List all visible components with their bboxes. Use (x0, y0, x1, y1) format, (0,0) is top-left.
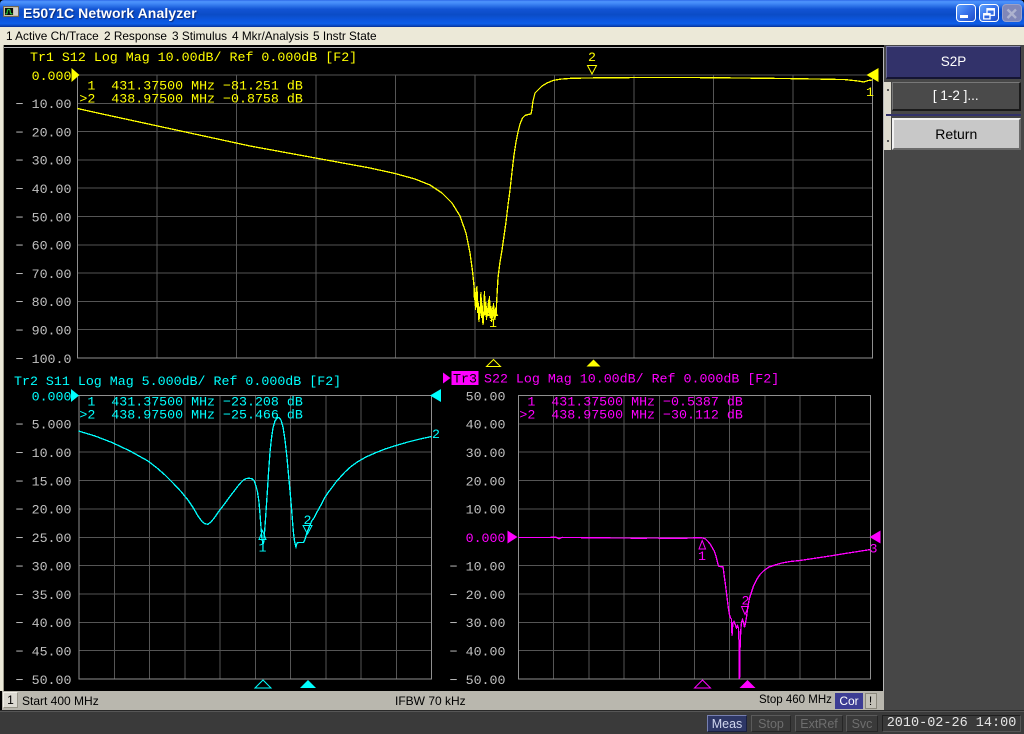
svg-text:2: 2 (432, 427, 440, 442)
svg-text:− 40.00: − 40.00 (450, 644, 506, 659)
svg-text:− 20.00: − 20.00 (16, 125, 72, 140)
svg-text:− 30.00: − 30.00 (450, 616, 506, 631)
svg-text:0.000: 0.000 (32, 389, 72, 404)
svg-text:− 30.00: − 30.00 (16, 154, 72, 169)
svg-text:− 20.00: − 20.00 (16, 503, 72, 518)
svg-text:− 40.00: − 40.00 (16, 182, 72, 197)
svg-text:Tr1 S12 Log Mag 10.00dB/ Ref 0: Tr1 S12 Log Mag 10.00dB/ Ref 0.000dB [F2… (30, 50, 357, 65)
svg-text:50.00: 50.00 (466, 389, 506, 404)
svg-text:30.00: 30.00 (466, 446, 506, 461)
svg-text:− 80.00: − 80.00 (16, 295, 72, 310)
svg-text:− 35.00: − 35.00 (16, 588, 72, 603)
svg-text:Tr2 S11 Log Mag 5.000dB/ Ref 0: Tr2 S11 Log Mag 5.000dB/ Ref 0.000dB [F2… (14, 374, 341, 389)
svg-text:>2 438.97500 MHz −30.112 dB: >2 438.97500 MHz −30.112 dB (519, 408, 742, 423)
svg-text:20.00: 20.00 (466, 474, 506, 489)
svg-text:0.000: 0.000 (32, 69, 72, 84)
svg-text:2: 2 (588, 50, 596, 65)
svg-text:− 15.00: − 15.00 (16, 474, 72, 489)
svg-text:1: 1 (698, 549, 706, 564)
svg-text:− 40.00: − 40.00 (16, 616, 72, 631)
svg-text:1: 1 (259, 541, 267, 556)
svg-text:− 10.00: − 10.00 (16, 446, 72, 461)
svg-text:− 10.00: − 10.00 (450, 559, 506, 574)
svg-text:40.00: 40.00 (466, 418, 506, 433)
svg-text:10.00: 10.00 (466, 503, 506, 518)
svg-text:− 100.0: − 100.0 (16, 352, 72, 367)
svg-text:3: 3 (870, 542, 878, 557)
svg-text:− 20.00: − 20.00 (450, 588, 506, 603)
svg-text:0.000: 0.000 (466, 531, 506, 546)
svg-text:1: 1 (866, 85, 874, 100)
svg-text:− 50.00: − 50.00 (16, 673, 72, 688)
svg-text:− 60.00: − 60.00 (16, 239, 72, 254)
svg-text:Tr3: Tr3 (453, 372, 477, 387)
svg-text:− 70.00: − 70.00 (16, 267, 72, 282)
svg-text:1: 1 (489, 316, 497, 331)
svg-text:S22 Log Mag 10.00dB/ Ref 0.000: S22 Log Mag 10.00dB/ Ref 0.000dB [F2] (484, 372, 779, 387)
svg-text:− 90.00: − 90.00 (16, 324, 72, 339)
svg-text:− 50.00: − 50.00 (450, 673, 506, 688)
svg-text:>2 438.97500 MHz −25.466 dB: >2 438.97500 MHz −25.466 dB (79, 408, 302, 423)
svg-text:− 30.00: − 30.00 (16, 559, 72, 574)
svg-text:− 45.00: − 45.00 (16, 644, 72, 659)
svg-text:− 50.00: − 50.00 (16, 210, 72, 225)
svg-text:− 10.00: − 10.00 (16, 97, 72, 112)
svg-text:− 25.00: − 25.00 (16, 531, 72, 546)
svg-text:− 5.000: − 5.000 (16, 418, 72, 433)
svg-text:>2 438.97500 MHz −0.8758 dB: >2 438.97500 MHz −0.8758 dB (79, 92, 302, 107)
